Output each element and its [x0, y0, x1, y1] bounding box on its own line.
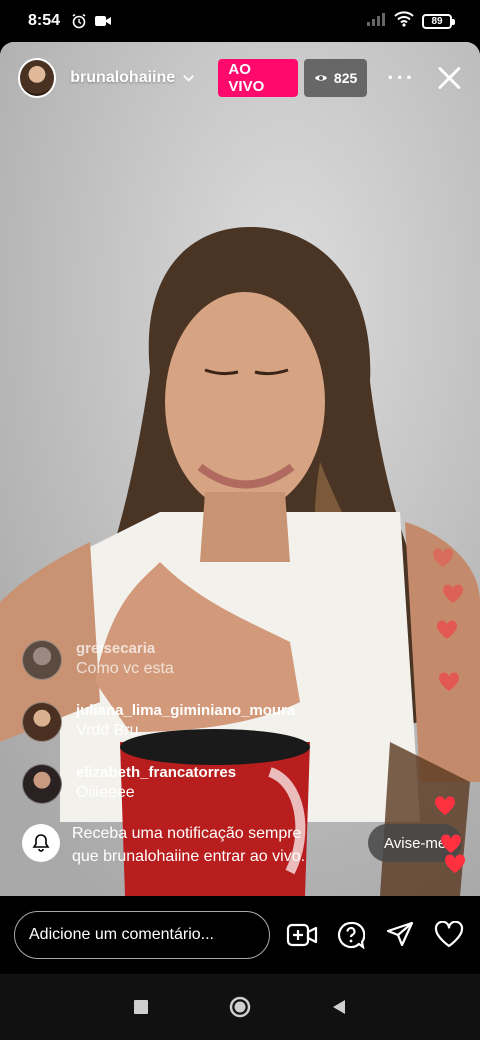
heart-icon	[434, 796, 456, 815]
host-avatar[interactable]	[18, 58, 57, 98]
triangle-nav-icon[interactable]	[331, 999, 347, 1015]
comment-user[interactable]: elizabeth_francatorres	[76, 764, 236, 782]
heart-icon[interactable]	[432, 918, 466, 952]
comment-input[interactable]: Adicione um comentário...	[14, 911, 270, 959]
host-name[interactable]: brunalohaiine	[70, 69, 175, 87]
viewer-count-badge[interactable]: 825	[303, 59, 368, 97]
heart-icon	[442, 584, 464, 603]
comment-text: Como vc esta	[76, 660, 174, 677]
comment-text: Oiiieeee	[76, 784, 135, 801]
heart-icon	[438, 672, 460, 691]
status-time: 8:54	[28, 12, 61, 29]
notify-banner: Receba uma notificação sempre que brunal…	[22, 822, 342, 868]
comment-item: elizabeth_francatorres Oiiieeee	[22, 764, 362, 804]
question-icon[interactable]	[334, 918, 368, 952]
close-icon[interactable]	[437, 65, 462, 91]
comment-avatar[interactable]	[22, 640, 62, 680]
comment-avatar[interactable]	[22, 764, 62, 804]
wifi-icon	[394, 10, 414, 32]
comment-text: Vrdd Bru	[76, 722, 139, 739]
system-nav-bar	[0, 974, 480, 1040]
bell-icon	[22, 824, 60, 862]
add-video-icon[interactable]	[285, 918, 319, 952]
viewer-count: 825	[333, 70, 358, 86]
comment-avatar[interactable]	[22, 702, 62, 742]
send-icon[interactable]	[383, 918, 417, 952]
camera-icon	[94, 12, 112, 30]
battery-icon: 89	[422, 13, 455, 29]
heart-icon	[436, 620, 458, 639]
square-nav-icon[interactable]	[133, 999, 149, 1015]
live-label: AO VIVO	[228, 61, 265, 95]
live-header: brunalohaiine AO VIVO 825 ···	[0, 56, 480, 100]
heart-icon	[432, 548, 454, 567]
live-badge: AO VIVO	[218, 59, 298, 97]
notify-line-2: que brunalohaiine entrar ao vivo.	[72, 848, 306, 865]
status-bar: 8:54 89	[0, 0, 480, 42]
comment-item: greisecaria Como vc esta	[22, 640, 362, 680]
notify-line-1: Receba uma notificação sempre	[72, 825, 302, 842]
battery-level: 89	[431, 15, 443, 27]
comment-user[interactable]: juliana_lima_giminiano_moura	[76, 702, 295, 720]
alarm-icon	[70, 12, 88, 30]
eye-icon	[314, 75, 327, 81]
chevron-down-icon[interactable]	[181, 70, 196, 86]
more-icon[interactable]: ···	[387, 65, 415, 91]
heart-icon	[444, 854, 466, 873]
comments-list: greisecaria Como vc esta juliana_lima_gi…	[22, 640, 362, 826]
notify-text: Receba uma notificação sempre que brunal…	[72, 822, 305, 868]
circle-nav-icon[interactable]	[229, 996, 251, 1018]
comment-bar: Adicione um comentário...	[0, 896, 480, 974]
comment-item: juliana_lima_giminiano_moura Vrdd Bru	[22, 702, 362, 742]
signal-icon	[366, 12, 386, 31]
heart-icon	[440, 834, 462, 853]
comment-user[interactable]: greisecaria	[76, 640, 174, 658]
